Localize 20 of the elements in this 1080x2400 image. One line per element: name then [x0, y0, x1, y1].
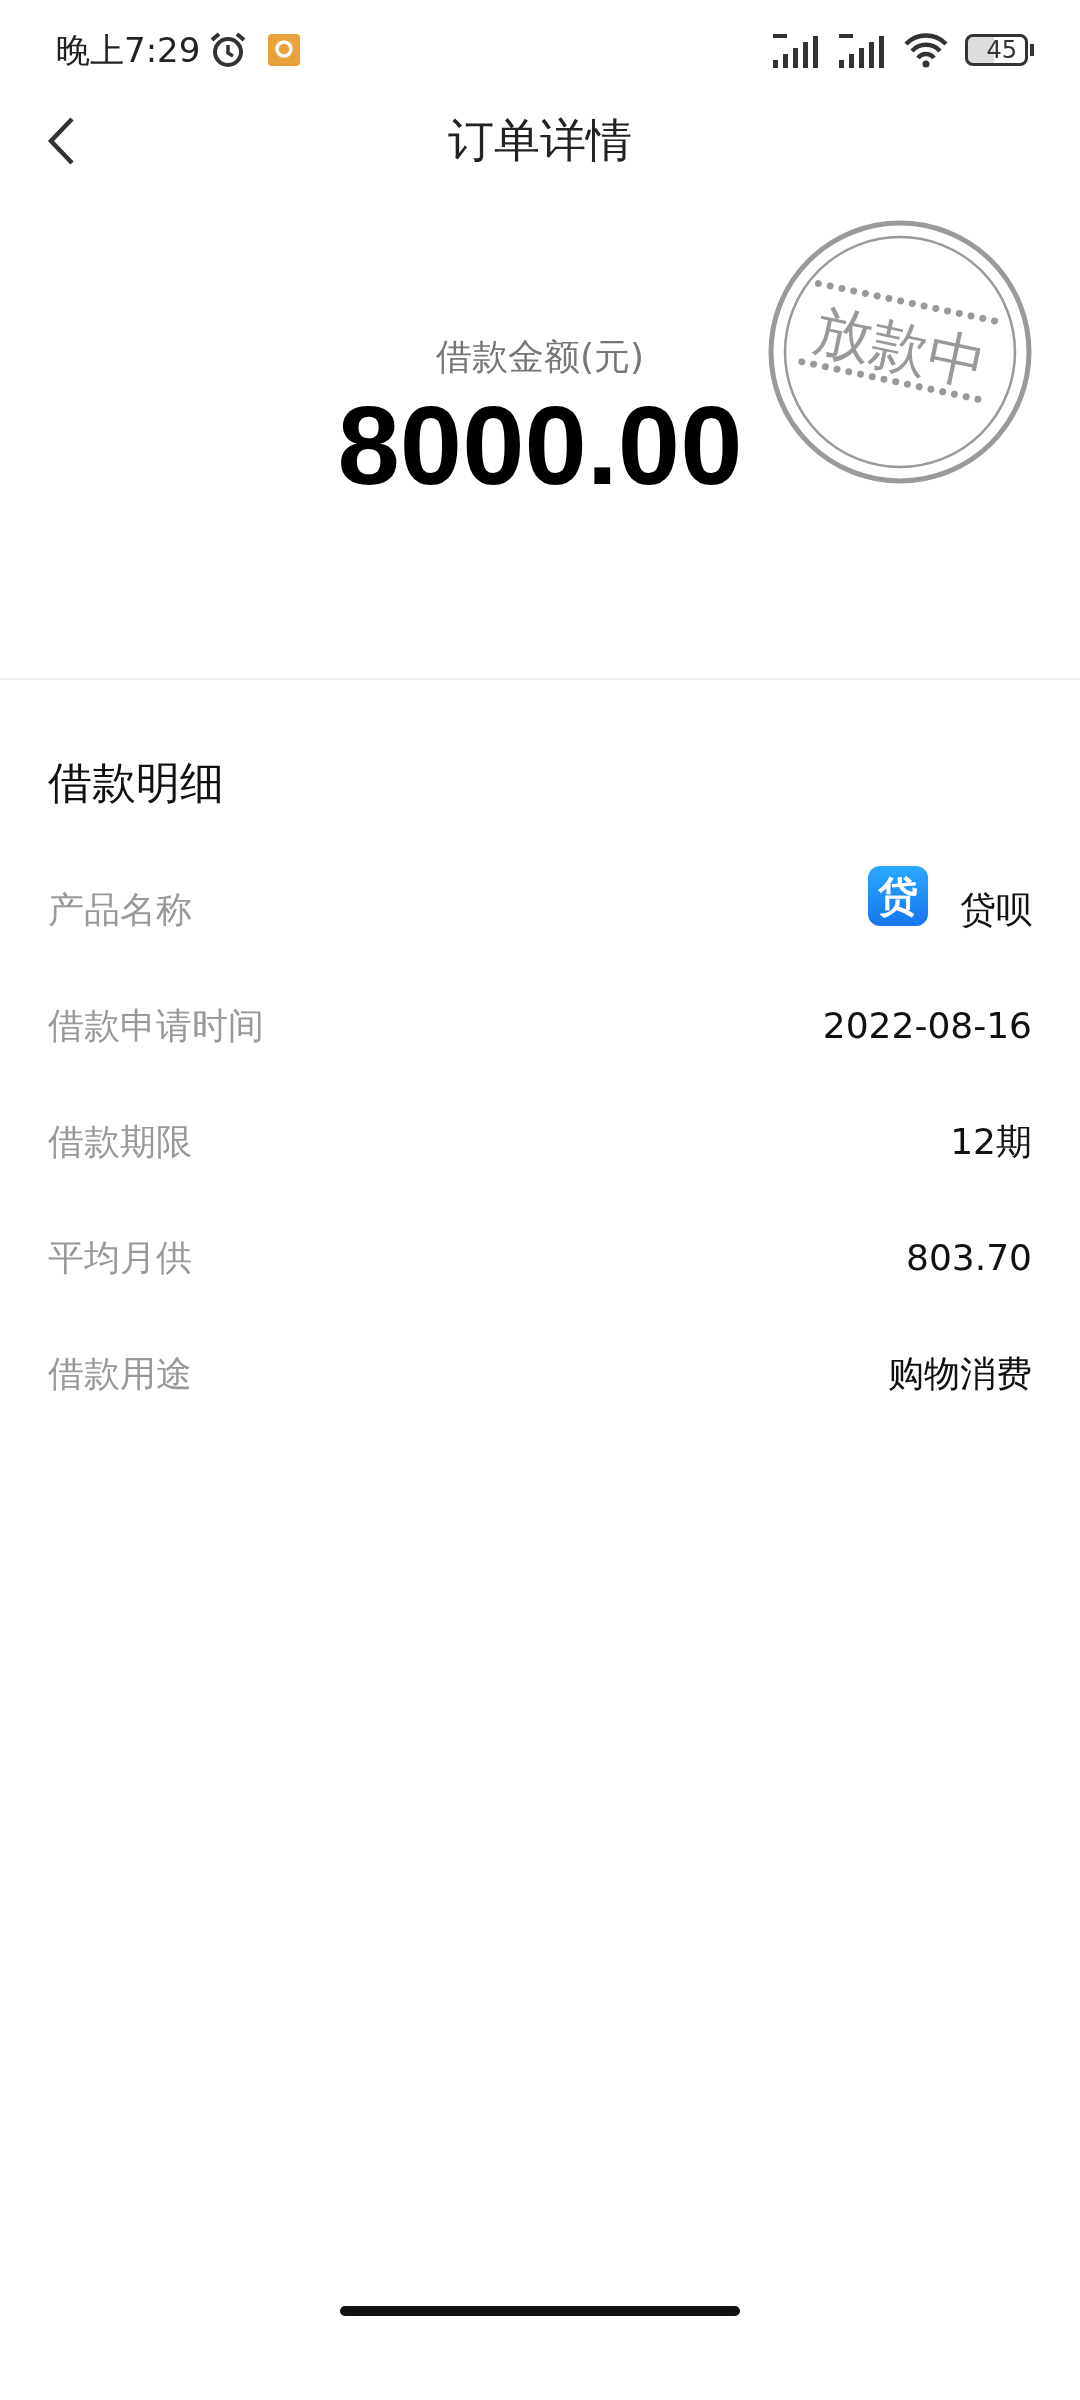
battery-icon: 45	[965, 34, 1028, 66]
status-time: 晚上7:29	[56, 28, 201, 72]
notification-icon	[268, 34, 301, 66]
detail-label: 借款申请时间	[48, 1004, 264, 1048]
wifi-icon	[903, 32, 950, 68]
section-title: 借款明细	[48, 756, 225, 810]
status-stamp: 放款中	[768, 220, 1032, 484]
detail-label: 平均月供	[48, 1236, 192, 1280]
detail-value: 购物消费	[888, 1352, 1032, 1396]
detail-value: 2022-08-16	[822, 1004, 1032, 1048]
loan-amount: 8000.00	[337, 384, 743, 508]
detail-value: 12期	[950, 1120, 1032, 1164]
page-title: 订单详情	[448, 111, 632, 169]
detail-label: 借款用途	[48, 1352, 192, 1396]
detail-value: 贷呗	[960, 888, 1032, 932]
amount-label: 借款金额(元)	[435, 335, 645, 379]
detail-label: 产品名称	[48, 888, 192, 932]
app-logo: 贷	[868, 866, 928, 926]
detail-label: 借款期限	[48, 1120, 192, 1164]
detail-value: 803.70	[906, 1236, 1032, 1280]
